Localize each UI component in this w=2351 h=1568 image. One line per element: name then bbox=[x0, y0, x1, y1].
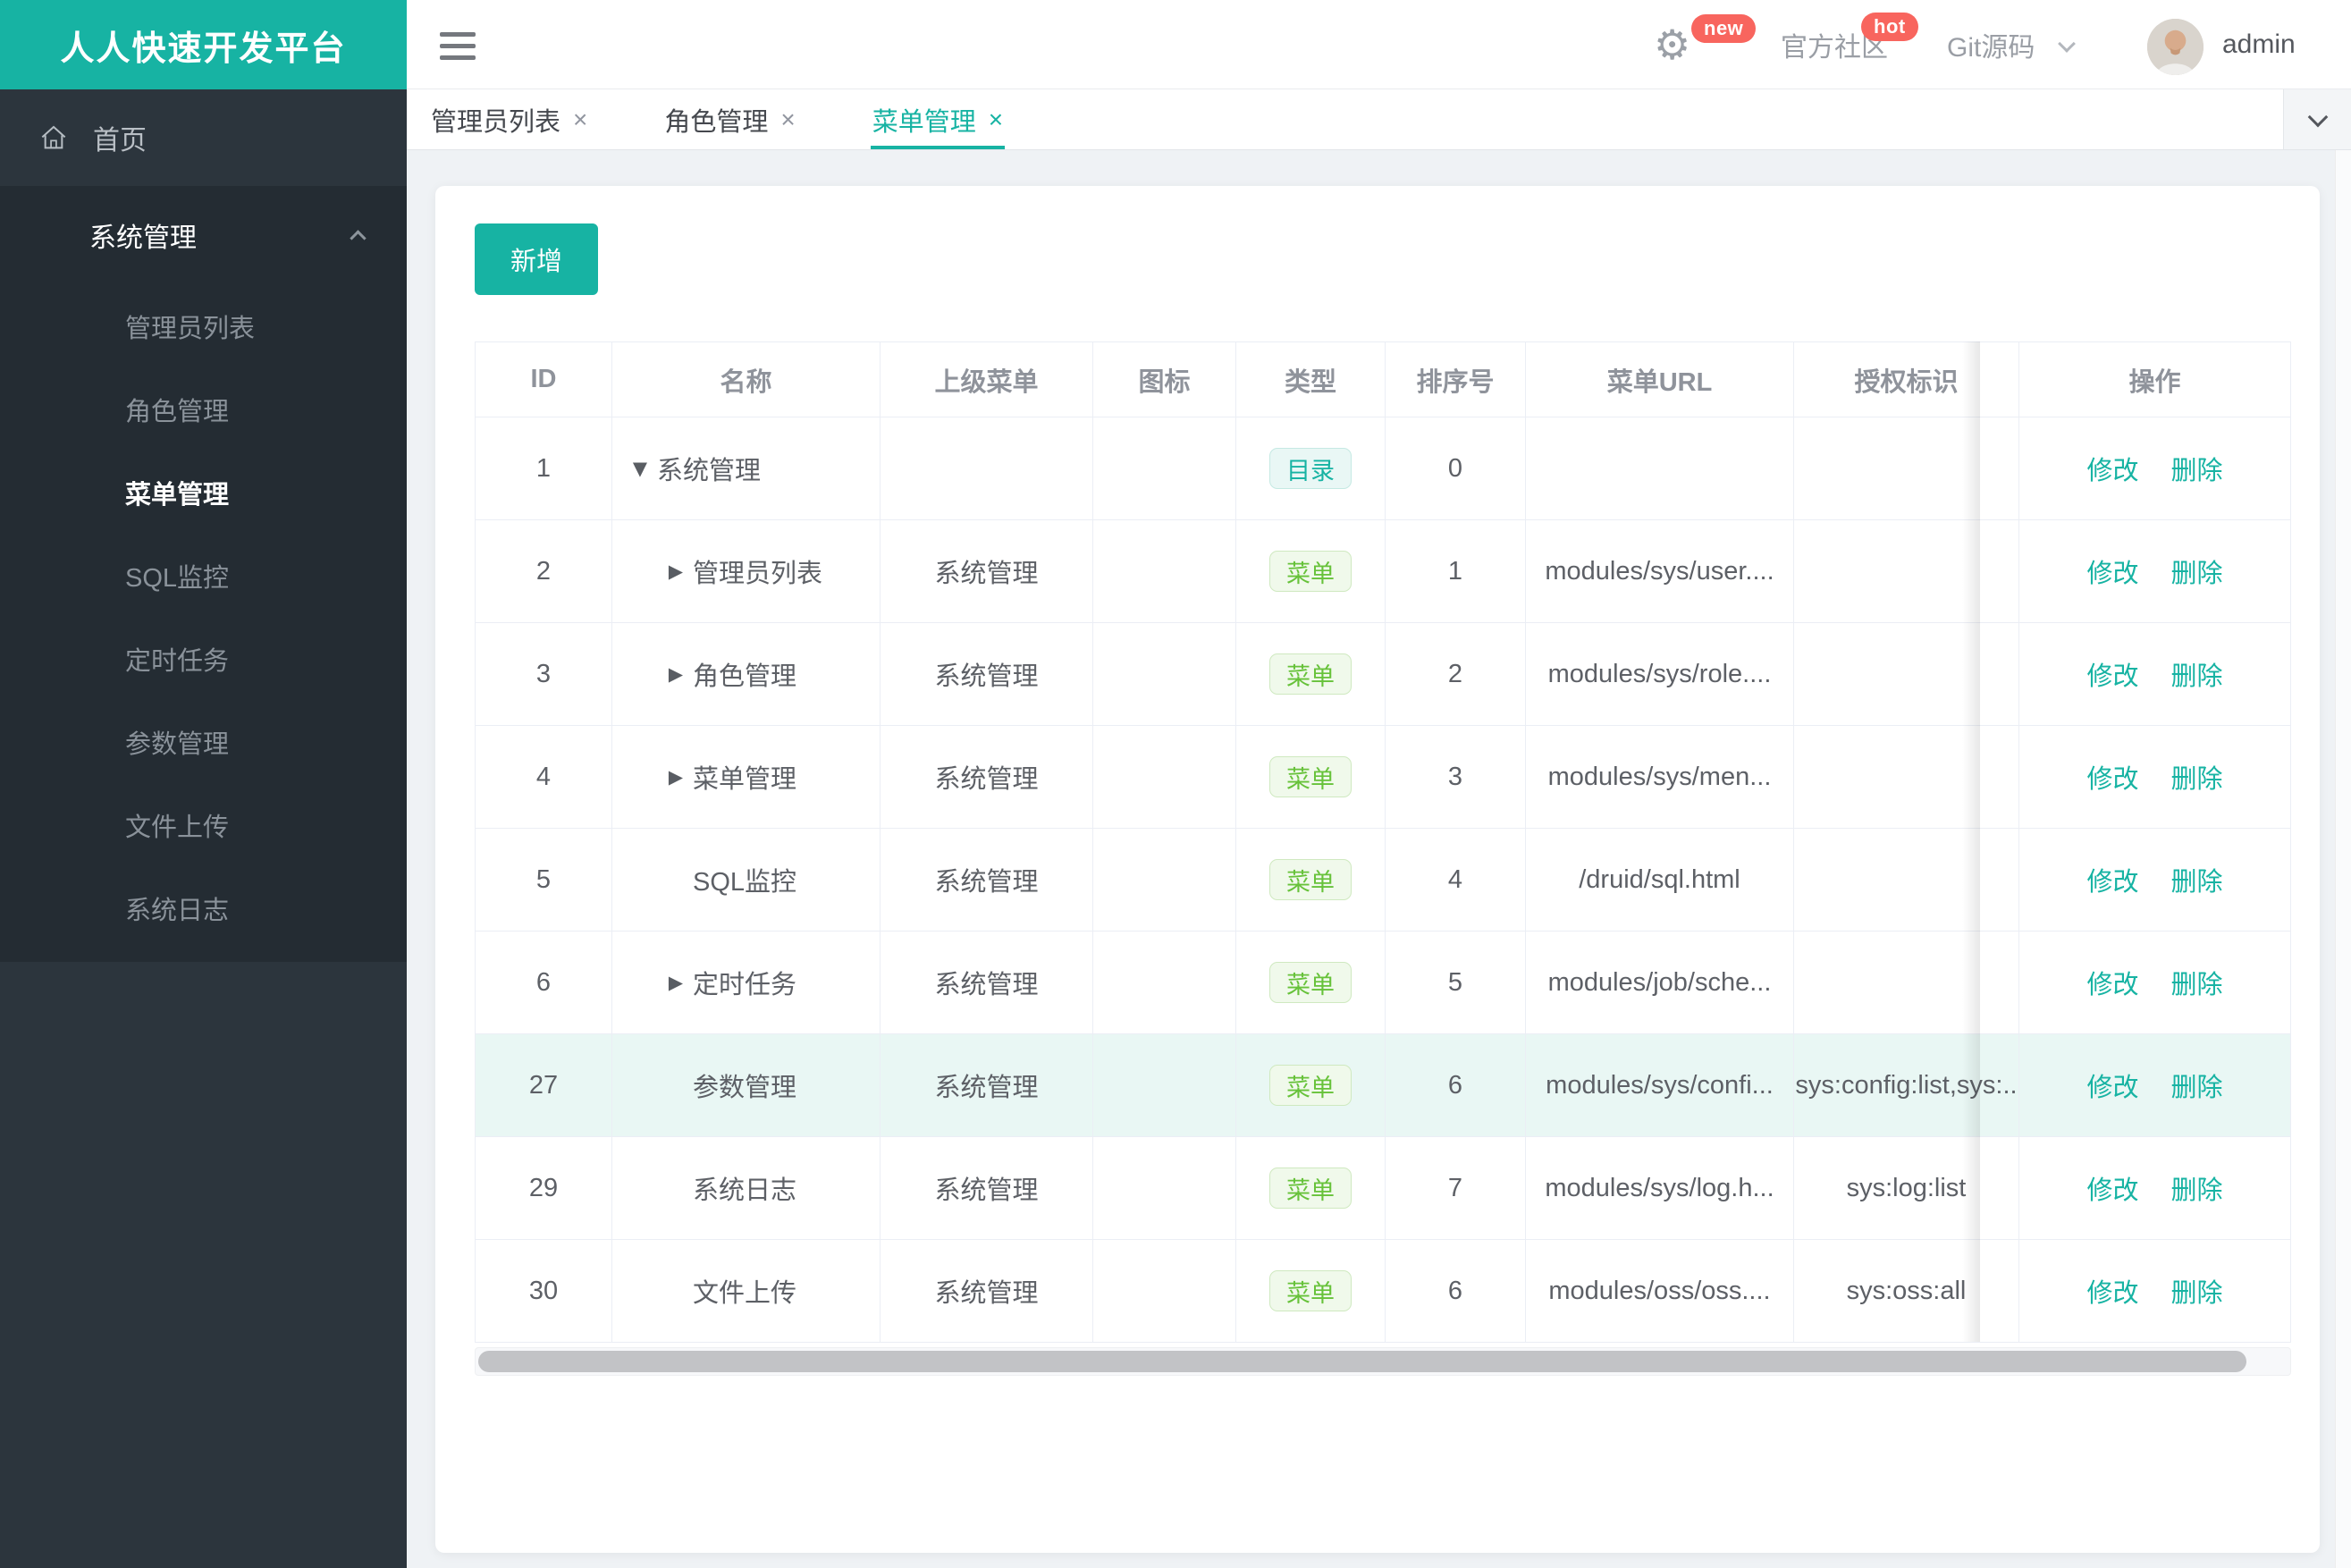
edit-link[interactable]: 修改 bbox=[2086, 758, 2138, 796]
home-icon bbox=[41, 125, 66, 149]
app-logo: 人人快速开发平台 bbox=[0, 0, 407, 89]
sidebar-item-menu-mgmt[interactable]: 菜单管理 bbox=[0, 451, 407, 534]
delete-link[interactable]: 删除 bbox=[2171, 1169, 2223, 1207]
add-button[interactable]: 新增 bbox=[475, 223, 598, 295]
avatar[interactable] bbox=[2147, 19, 2204, 75]
chevron-up-icon bbox=[350, 230, 367, 247]
top-header: 人人快速开发平台 ⚙ new 官方社区 hot Git源码 admin bbox=[0, 0, 2351, 89]
menu-name-cell: 定时任务 bbox=[612, 932, 881, 1033]
table-header-row: ID 名称 上级菜单 图标 类型 排序号 菜单URL 授权标识 操作 bbox=[476, 342, 2290, 417]
delete-link[interactable]: 删除 bbox=[2171, 552, 2223, 590]
edit-link[interactable]: 修改 bbox=[2086, 1272, 2138, 1310]
delete-link[interactable]: 删除 bbox=[2171, 964, 2223, 1001]
chevron-down-icon[interactable] bbox=[2058, 35, 2076, 53]
delete-link[interactable]: 删除 bbox=[2171, 1272, 2223, 1310]
tab-menu-mgmt[interactable]: 菜单管理 × bbox=[870, 89, 1006, 149]
sidebar-group-title[interactable]: 系统管理 bbox=[0, 186, 407, 284]
vertical-scrollbar-gutter[interactable] bbox=[2335, 150, 2351, 1568]
sidebar-item-scheduled-tasks[interactable]: 定时任务 bbox=[0, 617, 407, 700]
table-row[interactable]: 4 菜单管理 系统管理 菜单 3 modules/sys/men... 修改删除 bbox=[476, 726, 2290, 829]
sidebar-item-role-mgmt[interactable]: 角色管理 bbox=[0, 367, 407, 451]
close-icon[interactable]: × bbox=[573, 105, 587, 134]
type-badge: 菜单 bbox=[1269, 1270, 1352, 1311]
type-badge: 菜单 bbox=[1269, 653, 1352, 695]
close-icon[interactable]: × bbox=[780, 105, 795, 134]
delete-link[interactable]: 删除 bbox=[2171, 450, 2223, 487]
hamburger-menu-icon[interactable] bbox=[440, 32, 476, 60]
git-source-link[interactable]: Git源码 bbox=[1947, 0, 2035, 89]
table-row[interactable]: 2 管理员列表 系统管理 菜单 1 modules/sys/user.... 修… bbox=[476, 520, 2290, 623]
delete-link[interactable]: 删除 bbox=[2171, 861, 2223, 898]
sidebar-item-admin-list[interactable]: 管理员列表 bbox=[0, 284, 407, 367]
sidebar-item-home[interactable]: 首页 bbox=[0, 89, 407, 186]
edit-link[interactable]: 修改 bbox=[2086, 552, 2138, 590]
menu-name-cell: 管理员列表 bbox=[612, 520, 881, 622]
close-icon[interactable]: × bbox=[989, 105, 1003, 134]
content-card: 新增 ID 名称 上级菜单 图标 类型 排序号 菜单URL 授权标识 操作 1 … bbox=[435, 186, 2320, 1553]
tab-bar: 管理员列表 × 角色管理 × 菜单管理 × bbox=[407, 89, 2351, 150]
gear-icon[interactable]: ⚙ bbox=[1654, 0, 1690, 89]
tab-admin-list[interactable]: 管理员列表 × bbox=[431, 89, 587, 149]
expand-arrow-icon[interactable] bbox=[666, 766, 686, 788]
menu-name-cell: 角色管理 bbox=[612, 623, 881, 725]
table-row[interactable]: 6 定时任务 系统管理 菜单 5 modules/job/sche... 修改删… bbox=[476, 932, 2290, 1034]
edit-link[interactable]: 修改 bbox=[2086, 1066, 2138, 1104]
type-badge: 目录 bbox=[1269, 448, 1352, 489]
menu-name-cell: 菜单管理 bbox=[612, 726, 881, 828]
menu-name-cell: 系统日志 bbox=[612, 1137, 881, 1239]
sidebar-item-param-mgmt[interactable]: 参数管理 bbox=[0, 700, 407, 783]
app-screen: 人人快速开发平台 ⚙ new 官方社区 hot Git源码 admin 管理员列… bbox=[0, 0, 2351, 1568]
type-badge: 菜单 bbox=[1269, 1168, 1352, 1209]
hot-badge: hot bbox=[1861, 13, 1918, 41]
expand-arrow-icon[interactable] bbox=[666, 972, 686, 993]
type-badge: 菜单 bbox=[1269, 756, 1352, 797]
sidebar-item-file-upload[interactable]: 文件上传 bbox=[0, 783, 407, 866]
delete-link[interactable]: 删除 bbox=[2171, 1066, 2223, 1104]
edit-link[interactable]: 修改 bbox=[2086, 1169, 2138, 1207]
table-row[interactable]: 3 角色管理 系统管理 菜单 2 modules/sys/role.... 修改… bbox=[476, 623, 2290, 726]
menu-name-cell: 参数管理 bbox=[612, 1034, 881, 1136]
new-badge: new bbox=[1691, 14, 1757, 43]
edit-link[interactable]: 修改 bbox=[2086, 964, 2138, 1001]
delete-link[interactable]: 删除 bbox=[2171, 655, 2223, 693]
scrollbar-thumb[interactable] bbox=[478, 1351, 2246, 1372]
type-badge: 菜单 bbox=[1269, 551, 1352, 592]
sidebar: 首页 系统管理 管理员列表 角色管理 菜单管理 SQL监控 定时任务 参数管理 … bbox=[0, 89, 407, 1568]
table-row-selected[interactable]: 27 参数管理 系统管理 菜单 6 modules/sys/confi... s… bbox=[476, 1034, 2290, 1137]
menu-name-cell: SQL监控 bbox=[612, 829, 881, 931]
edit-link[interactable]: 修改 bbox=[2086, 655, 2138, 693]
expand-arrow-icon[interactable] bbox=[666, 561, 686, 582]
sidebar-group-system: 系统管理 管理员列表 角色管理 菜单管理 SQL监控 定时任务 参数管理 文件上… bbox=[0, 186, 407, 962]
sidebar-item-sql-monitor[interactable]: SQL监控 bbox=[0, 534, 407, 617]
menu-table: ID 名称 上级菜单 图标 类型 排序号 菜单URL 授权标识 操作 1 系统管… bbox=[475, 341, 2291, 1343]
expand-arrow-icon[interactable] bbox=[666, 663, 686, 685]
type-badge: 菜单 bbox=[1269, 962, 1352, 1003]
chevron-down-icon bbox=[2307, 106, 2328, 127]
delete-link[interactable]: 删除 bbox=[2171, 758, 2223, 796]
table-row[interactable]: 30 文件上传 系统管理 菜单 6 modules/oss/oss.... sy… bbox=[476, 1240, 2290, 1343]
edit-link[interactable]: 修改 bbox=[2086, 861, 2138, 898]
tab-role-mgmt[interactable]: 角色管理 × bbox=[664, 89, 795, 149]
menu-name-cell: 系统管理 bbox=[612, 417, 881, 519]
type-badge: 菜单 bbox=[1269, 859, 1352, 900]
horizontal-scrollbar bbox=[475, 1347, 2291, 1376]
table-row[interactable]: 1 系统管理 目录 0 修改删除 bbox=[476, 417, 2290, 520]
menu-name-cell: 文件上传 bbox=[612, 1240, 881, 1342]
sidebar-item-system-log[interactable]: 系统日志 bbox=[0, 866, 407, 949]
table-row[interactable]: 5 SQL监控 系统管理 菜单 4 /druid/sql.html 修改 删除 bbox=[476, 829, 2290, 932]
username-menu[interactable]: admin bbox=[2222, 0, 2296, 89]
type-badge: 菜单 bbox=[1269, 1065, 1352, 1106]
edit-link[interactable]: 修改 bbox=[2086, 450, 2138, 487]
table-row[interactable]: 29 系统日志 系统管理 菜单 7 modules/sys/log.h... s… bbox=[476, 1137, 2290, 1240]
collapse-arrow-icon[interactable] bbox=[630, 458, 650, 479]
tab-overflow-button[interactable] bbox=[2283, 89, 2351, 149]
